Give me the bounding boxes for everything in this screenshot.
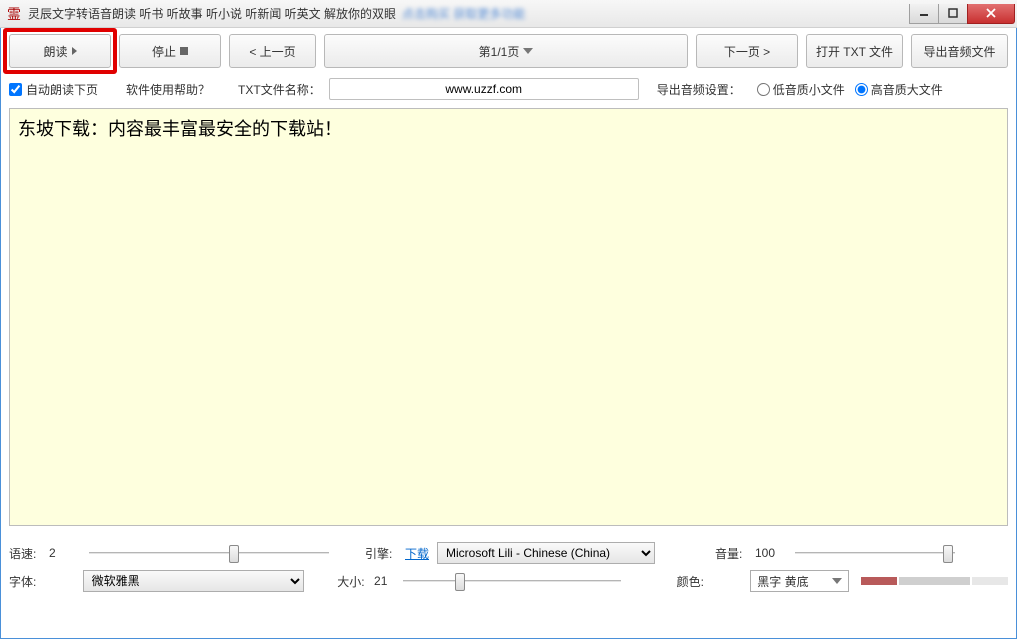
maximize-button[interactable] [938,4,968,24]
app-icon: 霊 [6,6,22,22]
options-row: 自动朗读下页 软件使用帮助？ TXT文件名称： 导出音频设置： 低音质小文件 高… [9,78,1008,100]
volume-slider[interactable] [795,541,955,565]
prev-page-button[interactable]: < 上一页 [229,34,316,68]
minimize-button[interactable] [909,4,939,24]
engine-label: 引擎: [365,545,405,562]
stop-icon [180,47,188,55]
stop-button[interactable]: 停止 [119,34,221,68]
titlebar: 霊 灵辰文字转语音朗读 听书 听故事 听小说 听新闻 听英文 解放你的双眼 点击… [0,0,1017,28]
low-quality-radio[interactable]: 低音质小文件 [757,81,845,98]
close-button[interactable] [967,4,1015,24]
read-button[interactable]: 朗读 [9,34,111,68]
speed-value: 2 [49,546,89,560]
dropdown-icon [523,48,533,54]
speed-slider[interactable] [89,541,329,565]
auto-read-checkbox[interactable] [9,83,22,96]
font-label: 字体: [9,573,46,590]
toolbar: 朗读 停止 < 上一页 第1/1页 下一页 > 打开 TXT 文件 导出音频文件 [9,34,1008,68]
help-link[interactable]: 软件使用帮助？ [126,81,210,98]
size-value: 21 [374,574,403,588]
txt-name-input[interactable] [329,78,639,100]
txt-name-label: TXT文件名称： [238,81,321,98]
play-icon [72,47,77,55]
font-select[interactable]: 微软雅黑 [83,570,305,592]
footer: 语速: 2 引擎: 下载 Microsoft Lili - Chinese (C… [9,539,1008,595]
volume-label: 音量: [715,545,755,562]
window-title: 灵辰文字转语音朗读 听书 听故事 听小说 听新闻 听英文 解放你的双眼 [28,5,396,22]
dropdown-icon [832,578,842,584]
high-quality-radio[interactable]: 高音质大文件 [855,81,943,98]
speed-label: 语速: [9,545,49,562]
highlight-annotation: 朗读 [9,34,111,68]
export-audio-button[interactable]: 导出音频文件 [911,34,1008,68]
page-indicator-button[interactable]: 第1/1页 [324,34,688,68]
color-select[interactable]: 黑字 黄底 [750,570,849,592]
export-settings-label: 导出音频设置： [657,81,741,98]
open-txt-button[interactable]: 打开 TXT 文件 [806,34,903,68]
volume-value: 100 [755,546,795,560]
size-slider[interactable] [403,569,621,593]
blurred-text: 点击购买 获取更多功能 [402,5,525,22]
color-label: 颜色: [677,573,714,590]
next-page-button[interactable]: 下一页 > [696,34,798,68]
size-label: 大小: [337,573,374,590]
auto-read-label: 自动朗读下页 [26,81,98,98]
download-link[interactable]: 下载 [405,545,437,562]
content-textarea[interactable]: 东坡下载：内容最丰富最安全的下载站！ [9,108,1008,526]
engine-select[interactable]: Microsoft Lili - Chinese (China) [437,542,655,564]
color-preview-stripes [861,572,1008,590]
